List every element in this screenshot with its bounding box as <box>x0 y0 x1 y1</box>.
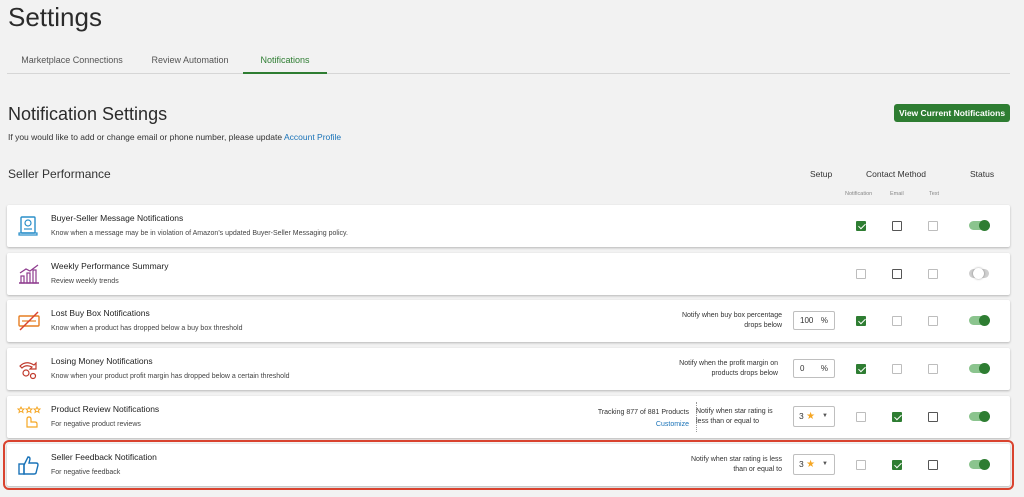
tab-bar: Marketplace Connections Review Automatio… <box>7 48 1010 74</box>
status-toggle[interactable] <box>969 411 990 422</box>
star-icon: ★ <box>806 411 816 422</box>
page-title: Settings <box>8 2 102 32</box>
email-checkbox[interactable] <box>892 412 902 422</box>
column-setup: Setup <box>810 169 833 179</box>
profit-margin-threshold-input[interactable]: 0% <box>793 359 835 378</box>
text-checkbox[interactable] <box>928 364 938 374</box>
message-scroll-icon <box>18 216 38 236</box>
threshold-value: 0 <box>800 364 805 373</box>
status-toggle[interactable] <box>969 363 990 374</box>
notification-checkbox[interactable] <box>856 460 866 470</box>
setup-description: Notify when the profit margin on product… <box>679 360 778 377</box>
status-toggle[interactable] <box>969 459 990 470</box>
star-rating-select[interactable]: 3 ★ ▼ <box>793 406 835 427</box>
notification-row-seller-feedback: Seller Feedback Notification For negativ… <box>3 440 1014 490</box>
email-checkbox[interactable] <box>892 460 902 470</box>
row-description: Know when your product profit margin has… <box>51 373 290 380</box>
percent-unit: % <box>820 316 828 325</box>
row-description: Know when a product has dropped below a … <box>51 325 243 332</box>
toggle-knob <box>979 411 990 422</box>
row-description: Review weekly trends <box>51 278 119 285</box>
column-email: Email <box>890 191 904 197</box>
toggle-knob <box>973 268 984 279</box>
status-toggle[interactable] <box>969 315 990 326</box>
chevron-down-icon: ▼ <box>822 461 828 467</box>
notification-checkbox[interactable] <box>856 316 866 326</box>
threshold-value: 100 <box>800 316 814 325</box>
column-notification: Notification <box>845 191 873 197</box>
star-rating-value: 3 <box>799 411 804 421</box>
tracking-info: Tracking 877 of 881 Products Customize <box>567 407 689 431</box>
row-description: For negative product reviews <box>51 421 141 428</box>
chevron-down-icon: ▼ <box>822 413 828 419</box>
row-title: Losing Money Notifications <box>51 356 153 366</box>
text-checkbox[interactable] <box>928 460 938 470</box>
tab-notifications[interactable]: Notifications <box>243 48 327 74</box>
customize-link[interactable]: Customize <box>656 421 689 428</box>
email-checkbox[interactable] <box>892 316 902 326</box>
row-title: Product Review Notifications <box>51 404 160 414</box>
tab-marketplace-connections[interactable]: Marketplace Connections <box>7 48 137 74</box>
column-contact-method: Contact Method <box>866 169 927 179</box>
help-text-prefix: If you would like to add or change email… <box>8 132 284 142</box>
text-checkbox[interactable] <box>928 316 938 326</box>
notification-checkbox[interactable] <box>856 221 866 231</box>
view-current-notifications-button[interactable]: View Current Notifications <box>894 104 1010 122</box>
text-checkbox[interactable] <box>928 269 938 279</box>
setup-description: Notify when star rating is less than or … <box>690 456 782 473</box>
notification-row-lost-buy-box: Lost Buy Box Notifications Know when a p… <box>7 300 1010 342</box>
status-toggle[interactable] <box>969 268 989 279</box>
star-icon: ★ <box>806 459 816 470</box>
group-title: Seller Performance <box>8 167 111 181</box>
notification-row-buyer-seller: Buyer-Seller Message Notifications Know … <box>7 205 1010 247</box>
notification-row-losing-money: Losing Money Notifications Know when you… <box>7 348 1010 390</box>
tab-review-automation[interactable]: Review Automation <box>137 48 243 74</box>
text-checkbox[interactable] <box>928 412 938 422</box>
lost-buy-box-icon <box>18 311 40 331</box>
text-checkbox[interactable] <box>928 221 938 231</box>
losing-money-icon <box>19 361 37 380</box>
email-checkbox[interactable] <box>892 364 902 374</box>
toggle-knob <box>979 220 990 231</box>
row-title: Buyer-Seller Message Notifications <box>51 213 184 223</box>
column-status: Status <box>970 169 995 179</box>
status-toggle[interactable] <box>969 220 990 231</box>
percent-unit: % <box>820 364 828 373</box>
email-checkbox[interactable] <box>892 269 902 279</box>
row-title: Lost Buy Box Notifications <box>51 308 150 318</box>
help-text: If you would like to add or change email… <box>8 132 341 142</box>
star-rating-select[interactable]: 3 ★ ▼ <box>793 454 835 475</box>
row-title: Seller Feedback Notification <box>51 452 157 462</box>
notification-checkbox[interactable] <box>856 364 866 374</box>
notification-row-product-review: Product Review Notifications For negativ… <box>7 396 1010 438</box>
setup-description: Notify when buy box percentage drops bel… <box>681 312 782 329</box>
setup-description: Notify when star rating is less than or … <box>696 408 773 425</box>
account-profile-link[interactable]: Account Profile <box>284 132 341 142</box>
column-text: Text <box>929 191 940 197</box>
section-title: Notification Settings <box>8 104 168 124</box>
star-review-hand-icon <box>17 405 41 428</box>
bar-chart-trend-icon <box>19 264 39 284</box>
thumbs-up-icon <box>18 456 39 475</box>
buy-box-threshold-input[interactable]: 100% <box>793 311 835 330</box>
notification-row-weekly-summary: Weekly Performance Summary Review weekly… <box>7 253 1010 295</box>
tracking-count: Tracking 877 of 881 Products <box>597 409 689 416</box>
row-description: Know when a message may be in violation … <box>51 230 348 237</box>
row-description: For negative feedback <box>51 469 121 476</box>
row-title: Weekly Performance Summary <box>51 261 169 271</box>
notification-checkbox[interactable] <box>856 412 866 422</box>
toggle-knob <box>979 315 990 326</box>
email-checkbox[interactable] <box>892 221 902 231</box>
toggle-knob <box>979 363 990 374</box>
notification-checkbox[interactable] <box>856 269 866 279</box>
toggle-knob <box>979 459 990 470</box>
star-rating-value: 3 <box>799 459 804 469</box>
